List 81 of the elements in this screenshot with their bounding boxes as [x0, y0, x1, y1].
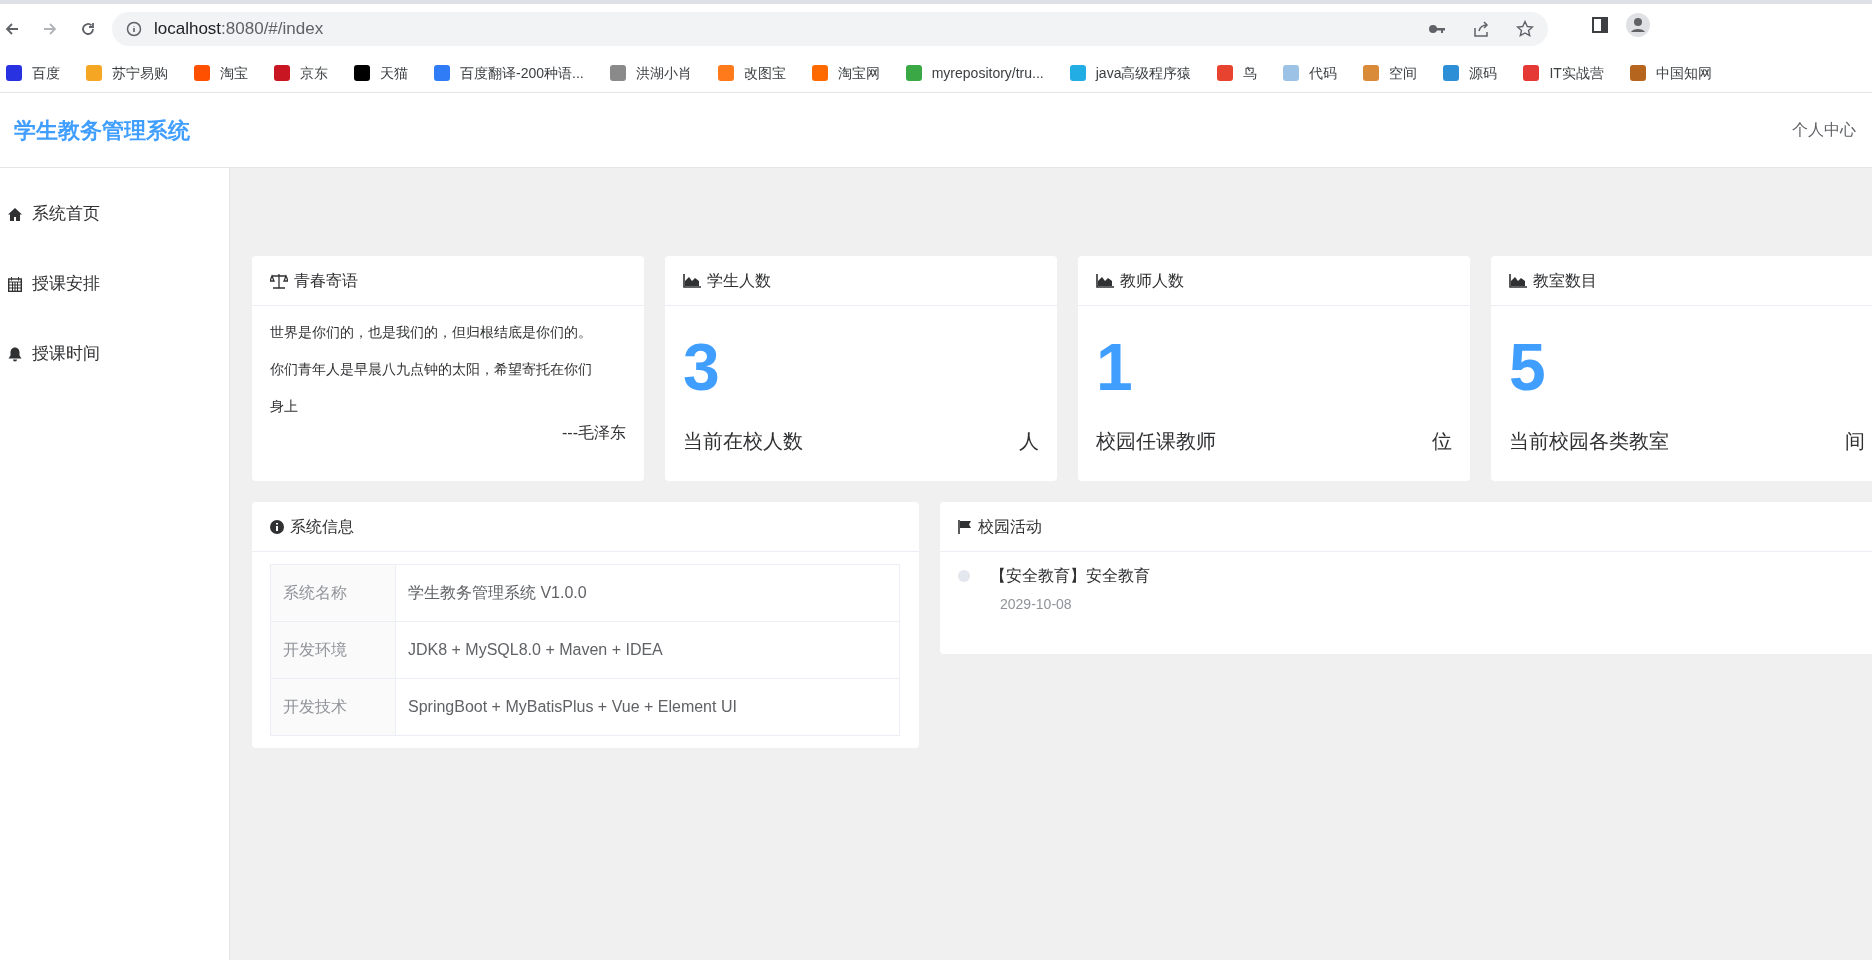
reload-icon[interactable]	[80, 21, 96, 37]
bookmark-icon[interactable]	[905, 65, 922, 81]
url-text: localhost:8080/#/index	[154, 18, 324, 41]
bookmark-icon[interactable]	[717, 65, 734, 81]
stat-unit: 人	[1019, 429, 1039, 454]
bookmark-link[interactable]: 洪湖小肖	[635, 62, 692, 84]
bookmark-link[interactable]: 百度翻译-200种语...	[460, 62, 584, 84]
user-center-link[interactable]: 个人中心	[1792, 118, 1856, 142]
calendar-icon	[8, 276, 22, 292]
forward-icon[interactable]	[42, 21, 58, 37]
bookmark-icon[interactable]	[1363, 65, 1380, 81]
card-title: 教师人数	[1120, 270, 1184, 291]
card-title: 教室数目	[1533, 270, 1597, 291]
share-icon[interactable]	[1472, 20, 1490, 38]
bookmark-link[interactable]: 空间	[1389, 62, 1418, 84]
key-icon[interactable]	[1428, 23, 1446, 35]
activity-date: 2029-10-08	[1000, 595, 1073, 614]
bookmark-icon[interactable]	[811, 65, 828, 81]
stat-value: 1	[1096, 334, 1133, 400]
bookmark-link[interactable]: 中国知网	[1655, 62, 1712, 84]
table-cell: 学生教务管理系统 V1.0.0	[395, 564, 900, 622]
quote-text: 世界是你们的，也是我们的，但归根结底是你们的。你们青年人是早晨八九点钟的太阳，希望寄托在你们身上	[270, 323, 593, 416]
bookmark-link[interactable]: 京东	[300, 62, 328, 84]
bookmark-link[interactable]: 鸟	[1243, 62, 1258, 84]
stat-caption: 校园任课教师	[1096, 429, 1216, 454]
flag-icon	[958, 519, 972, 534]
app-title: 学生教务管理系统	[14, 116, 190, 145]
bookmark-link[interactable]: 改图宝	[743, 62, 786, 84]
card-title: 校园活动	[978, 516, 1042, 537]
bookmark-icon[interactable]	[1523, 65, 1540, 81]
bookmark-link[interactable]: java高级程序猿	[1095, 62, 1192, 84]
sidebar-item[interactable]: 授课安排	[0, 249, 229, 319]
bookmark-icon[interactable]	[1283, 65, 1300, 81]
card-title: 学生人数	[707, 270, 771, 291]
info-icon	[270, 519, 284, 534]
bookmark-link[interactable]: IT实战营	[1549, 62, 1604, 84]
bookmark-link[interactable]: 苏宁易购	[112, 62, 168, 84]
bookmark-icon[interactable]	[6, 65, 22, 81]
bookmark-icon[interactable]	[1443, 65, 1460, 81]
stat-value: 3	[683, 334, 720, 400]
bookmark-icon[interactable]	[354, 65, 370, 81]
sidebar-item[interactable]: 授课时间	[0, 319, 229, 389]
area-chart-icon	[1096, 273, 1114, 288]
address-bar[interactable]: localhost:8080/#/index	[112, 12, 1548, 46]
bookmark-icon[interactable]	[1069, 65, 1086, 81]
bookmark-link[interactable]: 淘宝网	[837, 62, 880, 84]
bookmark-link[interactable]: myrepository/tru...	[931, 62, 1044, 84]
activity-title[interactable]: 【安全教育】安全教育	[990, 564, 1150, 588]
bell-icon	[8, 346, 22, 362]
star-icon[interactable]	[1516, 20, 1534, 38]
home-icon	[8, 207, 22, 221]
balance-scale-icon	[270, 272, 288, 289]
table-cell: SpringBoot + MyBatisPlus + Vue + Element UI	[395, 678, 900, 736]
table-cell: 系统名称	[270, 564, 396, 622]
area-chart-icon	[1509, 273, 1527, 288]
bookmark-link[interactable]: 源码	[1469, 62, 1498, 84]
back-icon[interactable]	[4, 21, 20, 37]
stat-unit: 位	[1432, 429, 1452, 454]
bookmark-link[interactable]: 淘宝	[220, 62, 248, 84]
info-icon[interactable]	[126, 21, 142, 37]
bookmark-icon[interactable]	[609, 65, 626, 81]
table-cell: 开发技术	[270, 678, 396, 736]
card-title: 系统信息	[290, 516, 354, 537]
area-chart-icon	[683, 273, 701, 288]
card-title: 青春寄语	[294, 270, 358, 291]
stat-value: 5	[1509, 334, 1546, 400]
stat-caption: 当前在校人数	[683, 429, 803, 454]
side-panel-icon[interactable]	[1592, 17, 1608, 33]
bookmark-link[interactable]: 天猫	[380, 62, 408, 84]
bookmark-link[interactable]: 代码	[1309, 62, 1338, 84]
bookmark-icon[interactable]	[1629, 65, 1646, 81]
quote-author: ---毛泽东	[562, 423, 626, 443]
sidebar-item[interactable]: 系统首页	[0, 179, 229, 249]
table-cell: JDK8 + MySQL8.0 + Maven + IDEA	[395, 621, 900, 679]
bookmark-icon[interactable]	[274, 65, 290, 81]
bookmark-icon[interactable]	[1217, 65, 1234, 81]
bookmark-link[interactable]: 百度	[32, 62, 60, 84]
stat-unit: 间	[1845, 429, 1865, 454]
profile-avatar-icon[interactable]	[1626, 13, 1650, 37]
table-cell: 开发环境	[270, 621, 396, 679]
stat-caption: 当前校园各类教室	[1509, 429, 1669, 454]
